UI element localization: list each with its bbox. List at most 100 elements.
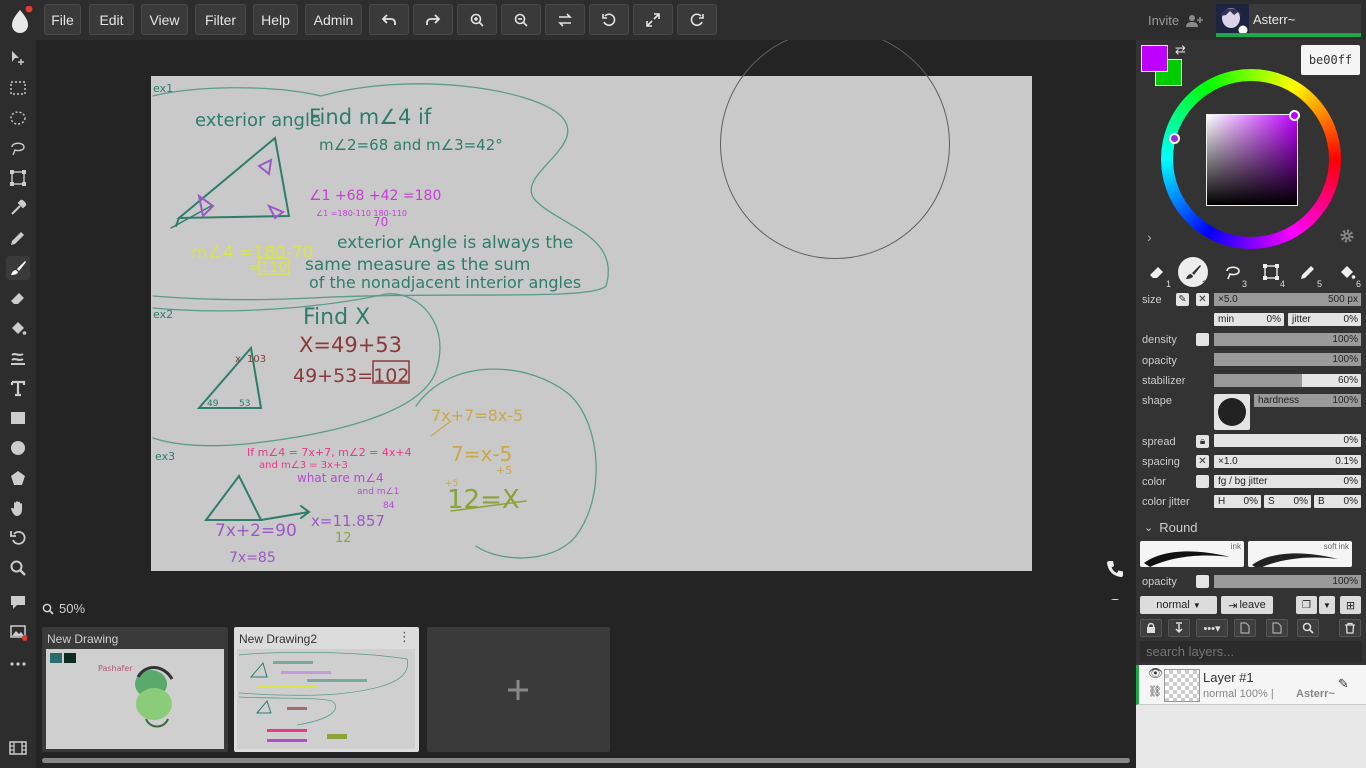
chat-button[interactable] xyxy=(1104,595,1126,600)
layer-more-button[interactable]: •••▾ xyxy=(1196,619,1228,637)
hue-jitter-slider[interactable]: H 0% xyxy=(1214,495,1261,508)
fullscreen-button[interactable] xyxy=(633,4,673,35)
hue-handle[interactable] xyxy=(1169,133,1180,144)
duplicate-layer-button[interactable]: ❐ xyxy=(1296,596,1317,614)
fill-tool[interactable] xyxy=(6,316,30,340)
blend-mode-select[interactable]: normal ▼ xyxy=(1140,596,1217,614)
more-tools[interactable] xyxy=(6,652,30,676)
rect-select-tool[interactable] xyxy=(6,76,30,100)
swap-colors-icon[interactable]: ⇄ xyxy=(1175,42,1186,58)
canvas-viewport[interactable]: ex1 ex2 ex3 exterior angle Find m∠4 if m… xyxy=(36,40,1136,600)
size-toggle[interactable]: ✕ xyxy=(1196,293,1209,306)
flip-button[interactable] xyxy=(545,4,585,35)
layer-link-icon[interactable]: ⛓︎ xyxy=(1148,685,1162,698)
horizontal-scrollbar[interactable] xyxy=(42,758,1130,763)
transform-tool[interactable] xyxy=(6,166,30,190)
duplicate-options-button[interactable]: ▼ xyxy=(1319,596,1335,614)
zoom-out-button[interactable] xyxy=(501,4,541,35)
opacity-slider[interactable]: 100% xyxy=(1214,353,1361,366)
fill-slot[interactable]: 6 xyxy=(1332,257,1362,289)
user-badge[interactable]: Asterr~ xyxy=(1216,4,1361,37)
brush-tool[interactable] xyxy=(6,256,30,280)
smudge-tool[interactable] xyxy=(6,346,30,370)
chevron-right-icon[interactable]: › xyxy=(1147,229,1152,245)
undo-button[interactable] xyxy=(369,4,409,35)
brush-shape-preview[interactable] xyxy=(1214,394,1250,430)
rotate-right-button[interactable] xyxy=(677,4,717,35)
zoom-indicator[interactable]: 50% xyxy=(42,601,85,616)
rotate-left-button[interactable] xyxy=(589,4,629,35)
layer-opacity-toggle[interactable] xyxy=(1196,575,1209,588)
gear-icon[interactable] xyxy=(1339,228,1355,247)
layer-opacity-slider[interactable]: 100% xyxy=(1214,575,1361,588)
ellipse-tool[interactable] xyxy=(6,436,30,460)
timeline-tool[interactable] xyxy=(6,736,30,760)
edit-layer-icon[interactable]: ✎ xyxy=(1338,676,1349,692)
document-tab[interactable]: New Drawing Pashafer xyxy=(42,627,228,752)
ellipse-select-tool[interactable] xyxy=(6,106,30,130)
eraser-slot[interactable]: 1 xyxy=(1142,257,1172,289)
comment-tool[interactable] xyxy=(6,590,30,614)
density-slider[interactable]: 100% xyxy=(1214,333,1361,346)
brightness-jitter-slider[interactable]: B 0% xyxy=(1314,495,1361,508)
hand-tool[interactable] xyxy=(6,496,30,520)
hex-color-field[interactable]: be00ff xyxy=(1301,45,1360,75)
redo-button[interactable] xyxy=(413,4,453,35)
hardness-slider[interactable]: hardness 100% xyxy=(1254,394,1361,407)
zoom-tool[interactable] xyxy=(6,556,30,580)
spread-slider[interactable]: 0% xyxy=(1214,434,1361,447)
size-slider[interactable]: ×5.0 500 px xyxy=(1214,293,1361,306)
density-toggle[interactable] xyxy=(1196,333,1209,346)
layer-action-button[interactable] xyxy=(1234,619,1256,637)
leave-button[interactable]: ⇥ leave xyxy=(1221,596,1273,614)
transform-slot[interactable]: 4 xyxy=(1256,257,1286,289)
view-menu-button[interactable]: View xyxy=(141,4,188,35)
primary-color-swatch[interactable] xyxy=(1141,45,1168,72)
invite-button[interactable]: Invite xyxy=(1148,13,1204,28)
rotate-tool[interactable] xyxy=(6,526,30,550)
layer-row[interactable]: 👁︎ ⛓︎ Layer #1 normal 100% | Asterr~ ✎ xyxy=(1136,665,1366,705)
lock-layer-button[interactable] xyxy=(1140,619,1162,637)
document-menu-icon[interactable]: ⋮ xyxy=(398,630,411,643)
preset-soft-ink[interactable]: soft ink xyxy=(1248,541,1352,567)
min-size-slider[interactable]: min 0% xyxy=(1214,313,1284,326)
layer-search-button[interactable] xyxy=(1297,619,1319,637)
stabilizer-slider[interactable]: 60% xyxy=(1214,374,1361,387)
document-tab-active[interactable]: New Drawing2 ⋮ xyxy=(234,627,419,752)
spacing-slider[interactable]: ×1.0 0.1% xyxy=(1214,455,1361,468)
merge-down-button[interactable] xyxy=(1168,619,1190,637)
voice-call-button[interactable] xyxy=(1104,558,1126,580)
brush-slot-active[interactable]: 2 xyxy=(1178,257,1208,289)
lasso-slot[interactable]: 3 xyxy=(1218,257,1248,289)
saturation-value-square[interactable] xyxy=(1206,114,1298,206)
eye-icon[interactable]: 👁︎ xyxy=(1148,666,1163,680)
file-menu-button[interactable]: File xyxy=(44,4,81,35)
pressure-size-toggle[interactable]: ✎ xyxy=(1176,293,1189,306)
text-tool[interactable] xyxy=(6,376,30,400)
spread-lock-icon[interactable]: 🔒︎ xyxy=(1196,435,1209,448)
pencil-tool[interactable] xyxy=(6,226,30,250)
saturation-jitter-slider[interactable]: S 0% xyxy=(1264,495,1311,508)
zoom-in-button[interactable] xyxy=(457,4,497,35)
rectangle-tool[interactable] xyxy=(6,406,30,430)
gallery-tool[interactable] xyxy=(6,620,30,644)
layer-search-input[interactable] xyxy=(1140,641,1362,662)
preset-header[interactable]: ⌄ Round xyxy=(1144,520,1198,535)
admin-menu-button[interactable]: Admin xyxy=(305,4,362,35)
sv-handle[interactable] xyxy=(1289,110,1300,121)
filter-menu-button[interactable]: Filter xyxy=(195,4,246,35)
eraser-tool[interactable] xyxy=(6,286,30,310)
color-jitter-mode-slider[interactable]: fg / bg jitter 0% xyxy=(1214,475,1361,488)
add-layer-button[interactable]: ⊞ xyxy=(1340,596,1361,614)
eyedropper-tool[interactable] xyxy=(6,196,30,220)
layer-action-button-2[interactable] xyxy=(1266,619,1288,637)
move-tool[interactable] xyxy=(6,46,30,70)
app-logo-icon[interactable] xyxy=(6,5,34,34)
delete-layer-button[interactable] xyxy=(1339,619,1361,637)
jitter-slider[interactable]: jitter 0% xyxy=(1288,313,1361,326)
spacing-toggle[interactable]: ✕ xyxy=(1196,455,1209,468)
help-menu-button[interactable]: Help xyxy=(253,4,298,35)
edit-menu-button[interactable]: Edit xyxy=(89,4,134,35)
color-toggle[interactable] xyxy=(1196,475,1209,488)
new-document-button[interactable] xyxy=(427,627,610,752)
